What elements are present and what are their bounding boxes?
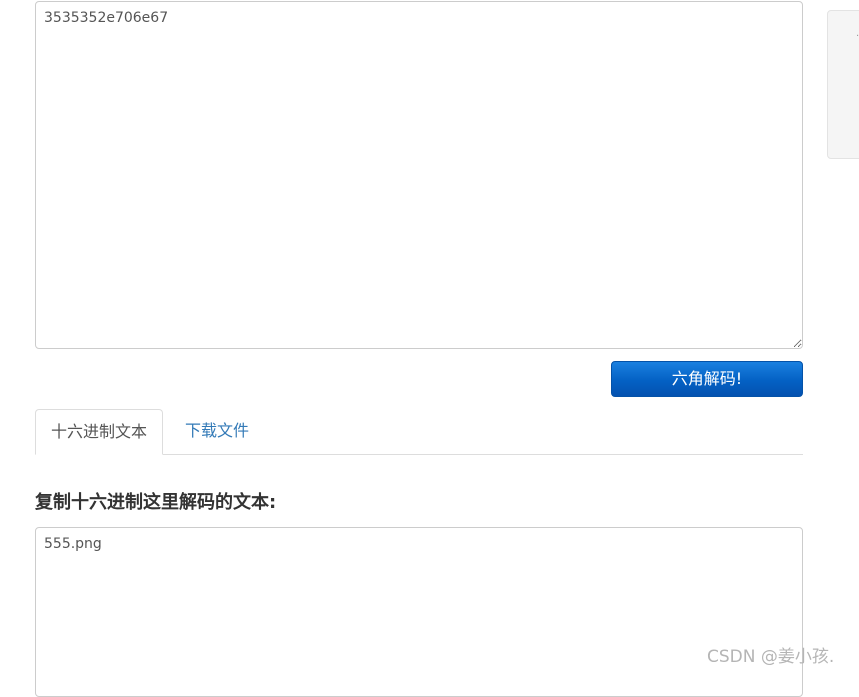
- hex-input-textarea[interactable]: 3535352e706e67: [35, 1, 803, 349]
- decoded-output-textarea[interactable]: 555.png: [35, 527, 803, 697]
- csdn-watermark: CSDN @姜小孩.: [707, 647, 835, 667]
- tab-download-file[interactable]: 下载文件: [170, 409, 264, 455]
- side-panel: ·: [827, 10, 859, 159]
- output-tabs: 十六进制文本 下载文件: [35, 409, 803, 455]
- output-section-title: 复制十六进制这里解码的文本:: [35, 492, 277, 513]
- tab-hex-text[interactable]: 十六进制文本: [35, 409, 164, 455]
- hex-decode-button[interactable]: 六角解码!: [611, 361, 803, 397]
